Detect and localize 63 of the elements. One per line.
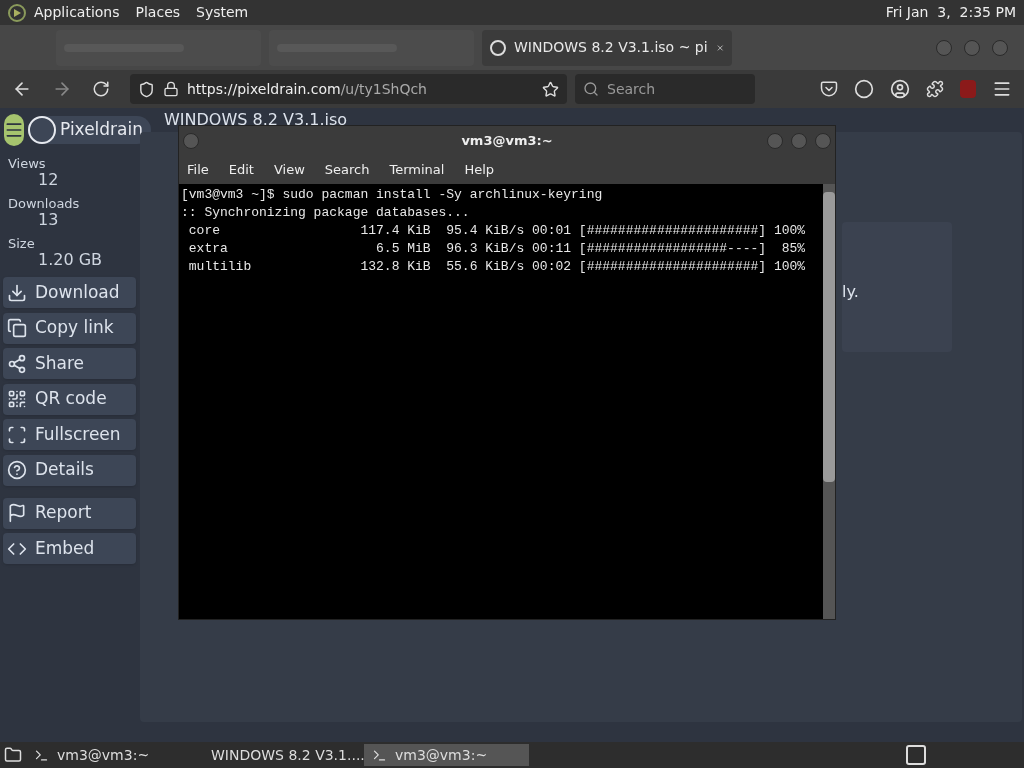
folder-icon[interactable] <box>4 746 22 764</box>
clock: Fri Jan 3, 2:35 PM <box>885 3 1016 22</box>
stat-label: Downloads <box>8 196 81 211</box>
menu-item[interactable]: Search <box>324 160 370 180</box>
download-icon <box>7 282 27 303</box>
share-icon <box>7 353 27 374</box>
brand-link[interactable]: Pixeldrain <box>28 116 152 144</box>
menu-item[interactable]: View <box>273 160 305 180</box>
sidebar-button[interactable]: Embed <box>3 533 136 564</box>
terminal-icon <box>34 747 49 763</box>
sidebar-button[interactable]: Copy link <box>3 312 136 344</box>
fullscreen-icon <box>7 424 27 445</box>
reload-icon[interactable] <box>92 80 110 98</box>
menu-button[interactable] <box>4 114 24 146</box>
menu-item[interactable]: Help <box>464 160 495 180</box>
taskbar-item[interactable]: vm3@vm3:~ <box>364 744 529 766</box>
terminal-line: [vm3@vm3 ~]$ sudo pacman install -Sy archlinux-keyring <box>181 186 604 204</box>
menu-icon[interactable] <box>992 79 1012 99</box>
stat-value: 12 <box>38 171 60 188</box>
window-title: vm3@vm3:~ <box>461 132 553 151</box>
text-fragment: ly. <box>842 281 860 303</box>
menu-item[interactable]: File <box>187 160 209 180</box>
desktop-switcher-icon[interactable] <box>904 743 928 767</box>
copy-icon <box>7 318 27 338</box>
qr-code-icon <box>7 389 27 409</box>
stat-value: 1.20 GB <box>38 251 104 268</box>
browser-tab[interactable]: WINDOWS 8.2 V3.1.iso ~ pi <box>482 29 732 66</box>
url-text: https://pixeldrain.com/u/ty1ShQch <box>187 79 427 99</box>
bookmark-star-icon[interactable] <box>542 80 559 98</box>
help-icon <box>7 460 27 480</box>
sidebar-button[interactable]: Details <box>3 454 136 486</box>
terminal-line: core 117.4 KiB 95.4 KiB/s 00:01 [######################] 100% <box>187 222 807 240</box>
shield-icon <box>138 80 155 98</box>
distro-logo-icon[interactable] <box>8 3 26 22</box>
terminal-line: :: Synchronizing package databases... <box>181 204 471 222</box>
sidebar-button[interactable]: Download <box>3 277 136 308</box>
circle-icon[interactable] <box>854 79 874 99</box>
terminal-line: extra 6.5 MiB 96.3 KiB/s 00:11 [##################----] 85% <box>187 240 807 258</box>
panel-menu[interactable]: System <box>196 2 249 23</box>
terminal-icon <box>372 747 387 763</box>
panel-menu[interactable]: Applications <box>34 2 120 23</box>
sidebar-button[interactable]: Fullscreen <box>3 419 136 450</box>
menu-icon <box>4 120 24 140</box>
stat-label: Views <box>8 156 47 171</box>
menu-item[interactable]: Terminal <box>389 160 445 180</box>
search-icon <box>583 81 599 97</box>
sidebar-button[interactable]: QR code <box>3 383 136 415</box>
extensions-icon[interactable] <box>926 80 944 98</box>
lock-icon <box>163 81 179 97</box>
sidebar-button[interactable]: Report <box>3 497 136 529</box>
stat-label: Size <box>8 236 36 251</box>
terminal-line: multilib 132.8 KiB 55.6 KiB/s 00:02 [######################] 100% <box>187 258 807 276</box>
menu-item[interactable]: Edit <box>228 160 254 180</box>
stat-value: 13 <box>38 211 60 228</box>
panel-menu[interactable]: Places <box>135 2 181 23</box>
account-icon[interactable] <box>890 79 910 99</box>
scrollbar[interactable] <box>823 184 835 619</box>
file-title: WINDOWS 8.2 V3.1.iso <box>164 109 348 131</box>
sidebar-button[interactable]: Share <box>3 348 136 379</box>
flag-icon <box>7 503 27 523</box>
address-bar[interactable]: https://pixeldrain.com/u/ty1ShQch <box>130 74 567 104</box>
search-field[interactable]: Search <box>575 74 755 104</box>
pocket-icon[interactable] <box>820 80 838 98</box>
